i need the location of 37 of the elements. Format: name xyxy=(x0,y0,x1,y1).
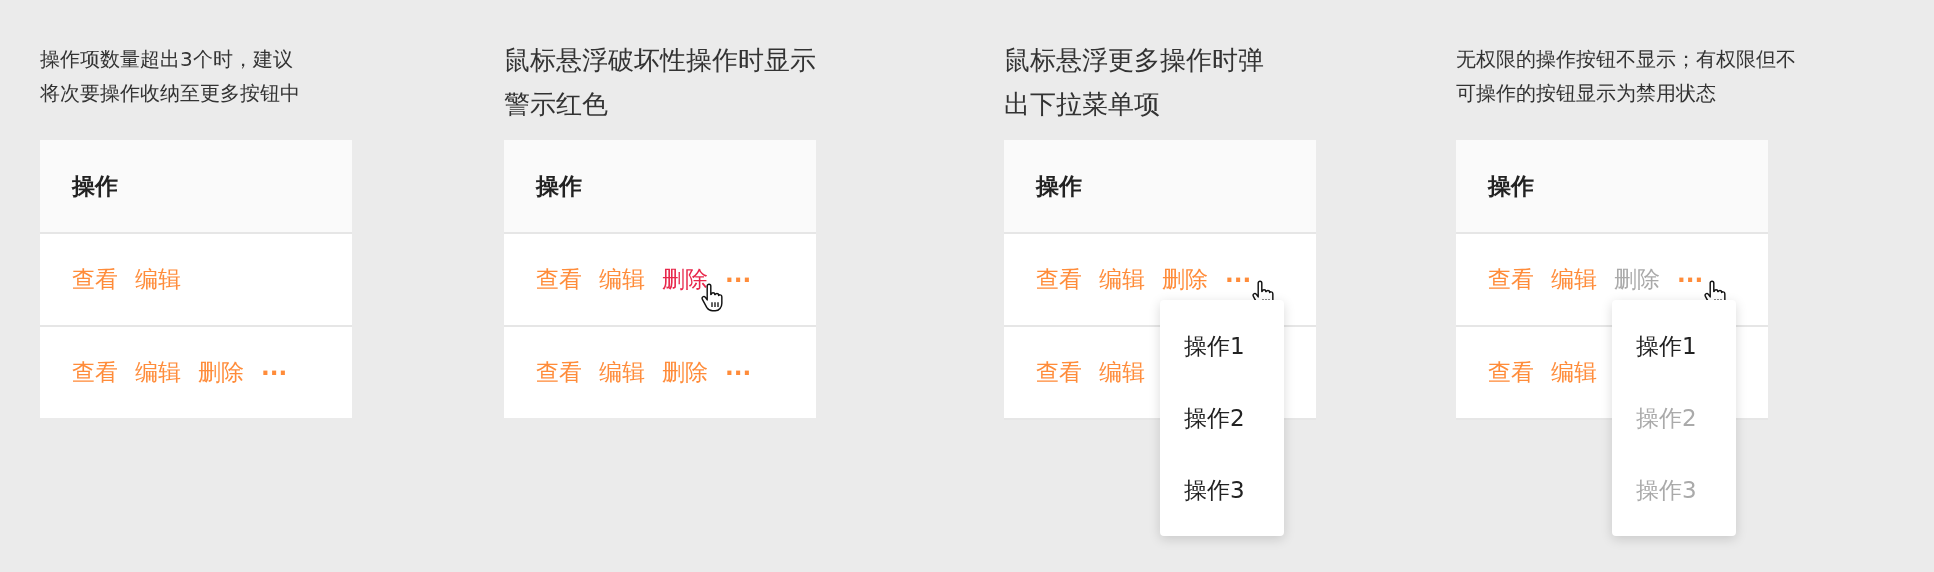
column-header: 操作 xyxy=(536,171,582,201)
column-header: 操作 xyxy=(72,171,118,201)
action-link[interactable]: 删除 xyxy=(1162,264,1208,295)
action-link[interactable]: 删除 xyxy=(662,357,708,388)
action-link[interactable]: 编辑 xyxy=(135,264,181,295)
caption-text: 无权限的操作按钮不显示；有权限但不可操作的按钮显示为禁用状态 xyxy=(1456,46,1797,107)
menu-item[interactable]: 操作2 xyxy=(1160,382,1284,454)
action-link[interactable]: 编辑 xyxy=(1099,357,1145,388)
action-link[interactable]: 编辑 xyxy=(1551,264,1597,295)
action-link[interactable]: 编辑 xyxy=(1551,357,1597,388)
caption-text: 操作项数量超出3个时，建议将次要操作收纳至更多按钮中 xyxy=(40,46,301,107)
action-link[interactable]: 查看 xyxy=(72,264,118,295)
more-link[interactable]: ··· xyxy=(1677,266,1704,293)
menu-item[interactable]: 操作1 xyxy=(1612,310,1736,382)
action-link[interactable]: 查看 xyxy=(1488,264,1534,295)
more-link[interactable]: ··· xyxy=(725,359,752,386)
action-link[interactable]: 查看 xyxy=(1036,357,1082,388)
menu-item[interactable]: 操作1 xyxy=(1160,310,1284,382)
caption-text: 鼠标悬浮更多操作时弹出下拉菜单项 xyxy=(1004,44,1265,121)
more-link[interactable]: ··· xyxy=(725,266,752,293)
action-link[interactable]: 编辑 xyxy=(599,264,645,295)
action-link[interactable]: 查看 xyxy=(536,357,582,388)
more-link[interactable]: ··· xyxy=(1225,266,1252,293)
more-link[interactable]: ··· xyxy=(261,359,288,386)
action-link[interactable]: 查看 xyxy=(72,357,118,388)
caption-text: 鼠标悬浮破坏性操作时显示警示红色 xyxy=(504,44,817,121)
action-link[interactable]: 编辑 xyxy=(1099,264,1145,295)
column-header: 操作 xyxy=(1488,171,1534,201)
menu-item[interactable]: 操作3 xyxy=(1160,454,1284,526)
action-link[interactable]: 查看 xyxy=(1488,357,1534,388)
action-link[interactable]: 查看 xyxy=(536,264,582,295)
action-link[interactable]: 编辑 xyxy=(135,357,181,388)
column-header: 操作 xyxy=(1036,171,1082,201)
action-link[interactable]: 删除 xyxy=(662,264,708,295)
action-link[interactable]: 删除 xyxy=(198,357,244,388)
action-link[interactable]: 编辑 xyxy=(599,357,645,388)
action-link[interactable]: 查看 xyxy=(1036,264,1082,295)
